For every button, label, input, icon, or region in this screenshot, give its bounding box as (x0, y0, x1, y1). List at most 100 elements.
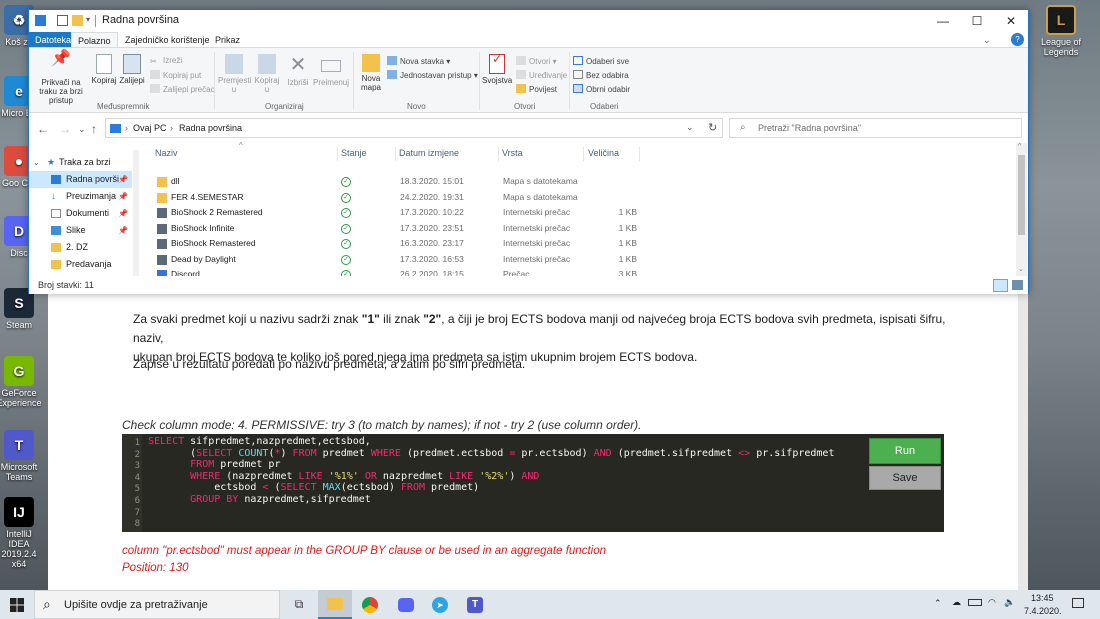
group-separator (479, 52, 480, 110)
copy-to-button[interactable]: Kopiraj u (252, 54, 282, 94)
tab-view[interactable]: Prikaz (209, 32, 246, 48)
column-separator[interactable] (583, 147, 584, 161)
desktop-icon-teams[interactable]: T Microsoft Teams (0, 430, 42, 482)
tray-overflow-icon[interactable]: ⌃ (934, 598, 942, 609)
volume-icon[interactable]: 🔈 (1004, 597, 1015, 608)
title-bar[interactable]: ▾ Radna površina — ☐ ✕ (29, 10, 1028, 32)
breadcrumb-desktop[interactable]: Radna površina (179, 123, 242, 133)
run-button[interactable]: Run (869, 438, 941, 464)
nav-pictures[interactable]: Slike 📌 (29, 222, 132, 239)
sql-code[interactable]: SELECT sifpredmet,nazpredmet,ectsbod, (S… (148, 436, 834, 506)
nav-item-label: Radna površi (66, 174, 120, 184)
file-row[interactable]: FER 4.SEMESTAR ✓ 24.2.2020. 19:31 Mapa s da… (145, 190, 645, 206)
sql-editor[interactable]: 1 2 3 4 5 6 7 8 SELECT sifpredmet,nazpre… (122, 434, 944, 532)
select-none-button[interactable]: Bez odabira (573, 70, 629, 80)
file-row[interactable]: BioShock Remastered ✓ 16.3.2020. 23:17 Inte… (145, 236, 645, 252)
wifi-icon[interactable]: ◠ (988, 597, 996, 608)
taskbar-teams-icon[interactable]: T (458, 590, 492, 619)
open-button[interactable]: Otvori ▾ (516, 56, 557, 66)
start-button[interactable] (0, 590, 34, 619)
minimize-button[interactable]: — (926, 10, 960, 32)
address-dropdown-icon[interactable]: ⌄ (686, 122, 694, 133)
desktop-icon-intellij[interactable]: IJ IntelliJ IDEA 2019.2.4 x64 (0, 497, 42, 569)
scroll-down-icon[interactable]: ⌄ (1018, 265, 1024, 273)
tab-home[interactable]: Polazno (71, 32, 118, 48)
details-view-icon[interactable] (993, 279, 1008, 292)
move-to-button[interactable]: Premjesti u (218, 54, 251, 94)
navigation-scrollbar[interactable] (133, 150, 139, 276)
pin-quick-access-button[interactable]: 📌 Prikvači na traku za brzi pristup (32, 51, 90, 106)
notifications-icon[interactable] (1072, 598, 1084, 608)
taskbar-telegram-icon[interactable]: ➤ (423, 590, 457, 619)
up-button[interactable]: ↑ (91, 122, 97, 136)
new-folder-button[interactable]: Nova mapa (357, 54, 385, 92)
battery-icon[interactable] (968, 599, 982, 606)
desktop-icon-steam[interactable]: S Steam (0, 288, 42, 330)
taskbar-chrome-icon[interactable] (353, 590, 387, 619)
taskbar-explorer-icon[interactable] (318, 590, 352, 619)
page-scrollbar[interactable] (1018, 268, 1028, 590)
nav-quick-access[interactable]: ⌄ ★ Traka za brzi pristu (29, 154, 132, 184)
invert-selection-button[interactable]: Obrni odabir (573, 84, 630, 94)
nav-folder-2dz[interactable]: 2. DZ (29, 239, 132, 256)
delete-button[interactable]: ✕ Izbriši (285, 54, 311, 87)
history-button[interactable]: Povijest (516, 84, 557, 94)
new-item-button[interactable]: Nova stavka ▾ (387, 56, 450, 66)
clock-date[interactable]: 7.4.2020. (1024, 606, 1062, 616)
rename-button[interactable]: Preimenuj (313, 54, 349, 87)
recent-locations-button[interactable]: ⌄ (78, 124, 86, 135)
file-list-scrollbar[interactable]: ^ ⌄ (1016, 143, 1027, 276)
file-row[interactable]: dll ✓ 18.3.2020. 15:01 Mapa s datotekama (145, 174, 645, 190)
column-header-date[interactable]: Datum izmjene (399, 148, 459, 158)
large-icons-view-icon[interactable] (1012, 280, 1023, 290)
file-row[interactable]: Dead by Daylight ✓ 17.3.2020. 16:53 Interne… (145, 252, 645, 268)
scrollbar-thumb[interactable] (1018, 155, 1025, 235)
nav-documents[interactable]: Dokumenti 📌 (29, 205, 132, 222)
select-all-button[interactable]: Odaberi sve (573, 56, 629, 66)
nav-folder-predavanja[interactable]: Predavanja (29, 256, 132, 273)
edit-button[interactable]: Uređivanje (516, 70, 567, 80)
tab-share[interactable]: Zajedničko korištenje (119, 32, 216, 48)
expand-ribbon-icon[interactable]: ⌄ (977, 32, 997, 48)
clock-time[interactable]: 13:45 (1031, 593, 1054, 603)
search-box[interactable]: ⌕ Pretraži "Radna površina" (729, 118, 1022, 138)
column-header-type[interactable]: Vrsta (502, 148, 523, 158)
cut-button[interactable]: ✂ Izreži (150, 56, 182, 66)
column-header-size[interactable]: Veličina (588, 148, 619, 158)
taskbar-discord-icon[interactable] (389, 590, 423, 619)
paste-button[interactable]: Zalijepi (119, 54, 145, 85)
desktop-icon-geforce[interactable]: G GeForce Experience (0, 356, 42, 408)
nav-downloads[interactable]: ↓ Preuzimanja 📌 (29, 188, 132, 205)
column-header-name[interactable]: Naziv (155, 148, 178, 158)
scroll-up-icon[interactable]: ^ (1018, 143, 1021, 150)
column-separator[interactable] (498, 147, 499, 161)
properties-quick-icon[interactable] (57, 15, 68, 26)
help-icon[interactable]: ? (1011, 33, 1024, 46)
refresh-icon[interactable]: ↻ (708, 121, 717, 134)
forward-button[interactable]: → (59, 122, 71, 136)
nav-desktop[interactable]: Radna površi 📌 (29, 171, 132, 188)
tab-file[interactable]: Datoteka (29, 32, 78, 48)
properties-button[interactable]: ✓ Svojstva (482, 53, 512, 85)
new-folder-quick-icon[interactable] (72, 15, 83, 26)
easy-access-button[interactable]: Jednostavan pristup ▾ (387, 70, 478, 80)
column-header-status[interactable]: Stanje (341, 148, 367, 158)
file-row[interactable]: BioShock 2 Remastered ✓ 17.3.2020. 10:22 In… (145, 205, 645, 221)
column-separator[interactable] (337, 147, 338, 161)
desktop-icon-league[interactable]: L League of Legends (1038, 5, 1084, 57)
taskbar-search[interactable]: ⌕ Upišite ovdje za pretraživanje (34, 590, 280, 619)
copy-button[interactable]: Kopiraj (91, 54, 117, 85)
back-button[interactable]: ← (37, 122, 49, 136)
copy-path-button[interactable]: Kopiraj put (150, 70, 201, 80)
maximize-button[interactable]: ☐ (960, 10, 994, 32)
file-row[interactable]: BioShock Infinite ✓ 17.3.2020. 23:51 Intern… (145, 221, 645, 237)
address-bar[interactable]: › Ovaj PC › Radna površina ⌄ ↻ (105, 118, 723, 138)
cloud-icon[interactable]: ☁ (952, 597, 961, 608)
column-separator[interactable] (395, 147, 396, 161)
column-separator[interactable] (639, 147, 640, 161)
task-view-icon[interactable]: ⧉ (282, 590, 316, 619)
breadcrumb-this-pc[interactable]: Ovaj PC (133, 123, 167, 133)
paste-shortcut-button[interactable]: Zalijepi prečac (150, 84, 215, 94)
save-button[interactable]: Save (869, 466, 941, 490)
close-button[interactable]: ✕ (994, 10, 1028, 32)
